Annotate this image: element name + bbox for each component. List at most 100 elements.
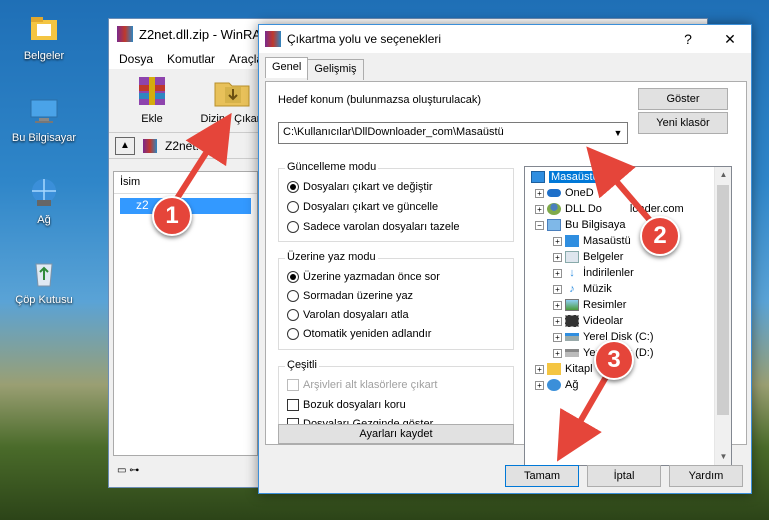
tree-item-network[interactable]: + Ağ (535, 379, 578, 391)
help-title-button[interactable]: ? (667, 31, 709, 47)
tree-item-this-pc[interactable]: − Bu Bilgisaya (535, 219, 626, 231)
radio-button[interactable] (287, 201, 299, 213)
desktop-icon-label: Çöp Kutusu (15, 294, 73, 306)
expand-icon[interactable]: + (553, 300, 562, 310)
overwrite-option-ask[interactable]: Üzerine yazmadan önce sor (287, 271, 440, 283)
option-label: Üzerine yazmadan önce sor (303, 271, 440, 283)
desktop-icon-this-pc[interactable]: Bu Bilgisayar (4, 94, 84, 144)
dialog-titlebar: Çıkartma yolu ve seçenekleri ? ✕ (259, 25, 751, 53)
desktop-icon-network[interactable]: Ağ (4, 176, 84, 226)
tab-general[interactable]: Genel (265, 57, 309, 78)
expand-icon[interactable]: + (553, 348, 562, 358)
address-text: Z2net.dll.zi (165, 138, 224, 153)
tree-item-onedrive[interactable]: + OneD (535, 187, 594, 199)
expand-icon[interactable]: + (553, 236, 562, 246)
folder-tree[interactable]: Masaüstü + OneD + DLL Do loader.com − Bu … (524, 166, 732, 466)
radio-button[interactable] (287, 328, 299, 340)
overwrite-option-overwrite[interactable]: Sormadan üzerine yaz (287, 290, 413, 302)
expand-icon[interactable]: + (553, 252, 562, 262)
expand-icon[interactable]: + (553, 332, 562, 342)
tree-item-videos[interactable]: + Videolar (553, 315, 623, 327)
option-label: Arşivleri alt klasörlere çıkart (303, 379, 438, 391)
checkbox[interactable] (287, 399, 299, 411)
computer-icon (547, 219, 561, 231)
checkbox (287, 379, 299, 391)
desktop-icon-recycle-bin[interactable]: Çöp Kutusu (4, 256, 84, 306)
step-callout-1: 1 (152, 196, 192, 236)
cancel-button[interactable]: İptal (587, 465, 661, 487)
tab-advanced[interactable]: Gelişmiş (307, 59, 364, 80)
help-button[interactable]: Yardım (669, 465, 743, 487)
scrollbar-thumb[interactable] (717, 185, 729, 415)
tree-scrollbar[interactable]: ▲ ▼ (714, 167, 731, 465)
radio-button[interactable] (287, 271, 299, 283)
update-mode-title: Güncelleme modu (285, 161, 379, 173)
tree-item-libraries[interactable]: + Kitapl (535, 363, 593, 375)
tree-item-user[interactable]: + DLL Do loader.com (535, 203, 684, 215)
libraries-icon (547, 363, 561, 375)
save-settings-button[interactable]: Ayarları kaydet (278, 424, 514, 444)
radio-button[interactable] (287, 221, 299, 233)
tree-item-music[interactable]: + ♪ Müzik (553, 283, 612, 295)
misc-option-keep-broken[interactable]: Bozuk dosyaları koru (287, 399, 406, 411)
tree-item-downloads[interactable]: + ↓ İndirilenler (553, 267, 634, 279)
radio-button[interactable] (287, 290, 299, 302)
videos-icon (565, 315, 579, 327)
drive-icon (565, 333, 579, 341)
expand-icon[interactable]: + (535, 204, 544, 214)
option-label: Otomatik yeniden adlandır (303, 328, 432, 340)
tree-item-desktop[interactable]: Masaüstü (531, 171, 601, 183)
onedrive-icon (547, 189, 561, 197)
option-label: Dosyaları çıkart ve güncelle (303, 201, 439, 213)
add-button[interactable]: Ekle (121, 69, 183, 132)
tree-item-pictures[interactable]: + Resimler (553, 299, 626, 311)
column-name-header[interactable]: İsim (114, 172, 257, 194)
desktop-icon (565, 235, 579, 247)
expand-icon[interactable]: + (535, 380, 544, 390)
pictures-icon (565, 299, 579, 311)
desktop-icon-documents[interactable]: Belgeler (4, 12, 84, 62)
new-folder-button[interactable]: Yeni klasör (638, 112, 728, 134)
tree-item-documents[interactable]: + Belgeler (553, 251, 623, 263)
misc-title: Çeşitli (285, 359, 319, 371)
expand-icon[interactable]: + (535, 364, 544, 374)
expand-icon[interactable]: + (553, 316, 562, 326)
update-mode-group: Güncelleme modu Dosyaları çıkart ve deği… (278, 161, 514, 242)
update-option-update[interactable]: Dosyaları çıkart ve güncelle (287, 201, 438, 213)
overwrite-mode-group: Üzerine yaz modu Üzerine yazmadan önce s… (278, 251, 514, 350)
up-folder-button[interactable]: ▲ (115, 136, 135, 155)
ok-button[interactable]: Tamam (505, 465, 579, 487)
chevron-down-icon[interactable]: ▼ (609, 123, 627, 143)
scroll-up-icon[interactable]: ▲ (715, 167, 731, 183)
folder-icon (27, 12, 61, 46)
radio-button[interactable] (287, 309, 299, 321)
tree-item-pc-desktop[interactable]: + Masaüstü (553, 235, 631, 247)
step-callout-3: 3 (594, 340, 634, 380)
tree-item-drive-c[interactable]: + Yerel Disk (C:) (553, 331, 654, 343)
desktop-icon-label: Belgeler (23, 50, 65, 62)
overwrite-option-rename[interactable]: Otomatik yeniden adlandır (287, 328, 431, 340)
update-option-refresh[interactable]: Sadece varolan dosyaları tazele (287, 221, 460, 233)
destination-path-combo[interactable]: C:\Kullanıcılar\DllDownloader_com\Masaüs… (278, 122, 628, 144)
collapse-icon[interactable]: − (535, 220, 544, 230)
overwrite-option-skip[interactable]: Varolan dosyaları atla (287, 309, 409, 321)
winrar-app-icon (117, 26, 133, 42)
update-option-replace[interactable]: Dosyaları çıkart ve değiştir (287, 181, 433, 193)
drive-key-icon: ▭ ⊶ (117, 465, 140, 476)
menu-commands[interactable]: Komutlar (167, 52, 215, 66)
show-button[interactable]: Göster (638, 88, 728, 110)
scroll-down-icon[interactable]: ▼ (715, 449, 731, 465)
option-label: Varolan dosyaları atla (303, 309, 409, 321)
close-icon[interactable]: ✕ (709, 31, 751, 48)
extract-folder-icon (211, 73, 253, 109)
desktop-icon-label: Bu Bilgisayar (11, 132, 77, 144)
menu-file[interactable]: Dosya (119, 52, 153, 66)
dialog-title: Çıkartma yolu ve seçenekleri (287, 32, 442, 46)
winrar-status-bar: ▭ ⊶ (113, 461, 258, 483)
desktop-icon (531, 171, 545, 183)
expand-icon[interactable]: + (535, 188, 544, 198)
expand-icon[interactable]: + (553, 284, 562, 294)
radio-button[interactable] (287, 181, 299, 193)
computer-icon (27, 94, 61, 128)
expand-icon[interactable]: + (553, 268, 562, 278)
